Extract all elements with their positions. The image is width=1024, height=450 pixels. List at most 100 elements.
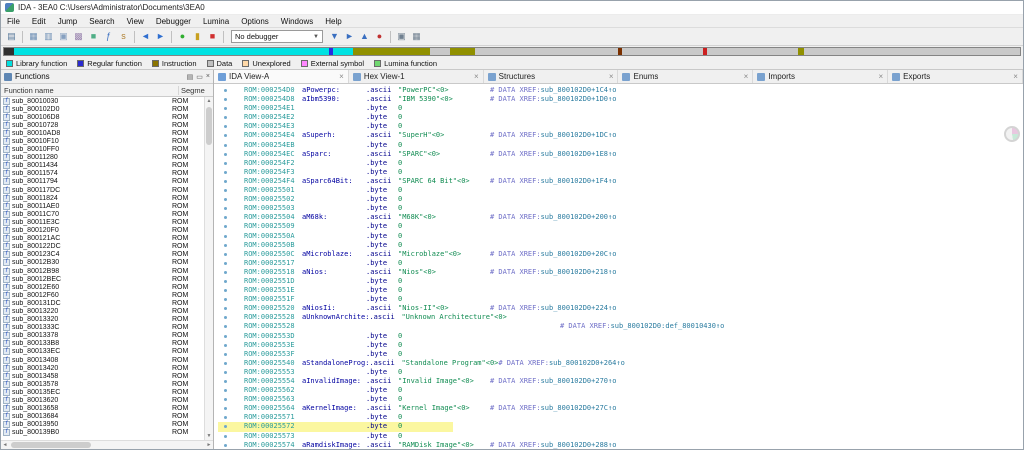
disasm-line[interactable]: ROM:0002550A .byte 0 — [218, 232, 1023, 241]
function-row[interactable]: f sub_80012E60 ROM — [1, 283, 204, 291]
function-row[interactable]: f sub_80013950 ROM — [1, 421, 204, 429]
toolbar-separator[interactable] — [134, 31, 135, 43]
names-icon[interactable]: ■ — [87, 30, 100, 43]
panel-menu-icon[interactable]: ▤ — [187, 73, 194, 81]
function-row[interactable]: f sub_80010728 ROM — [1, 121, 204, 129]
function-row[interactable]: f sub_80013420 ROM — [1, 364, 204, 372]
menu-item[interactable]: File — [1, 17, 26, 26]
disasm-line[interactable]: ROM:0002551E .byte 0 — [218, 286, 1023, 295]
function-row[interactable]: f sub_80011794 ROM — [1, 178, 204, 186]
tab-close-icon[interactable]: × — [1013, 72, 1018, 81]
scrollbar-track[interactable] — [9, 441, 205, 449]
function-row[interactable]: f sub_800117DC ROM — [1, 186, 204, 194]
attach-icon[interactable]: ▦ — [410, 30, 423, 43]
function-row[interactable]: f sub_80011280 ROM — [1, 154, 204, 162]
disasm-line[interactable]: ROM:000254EC aSparc: .ascii "SPARC"<0> #… — [218, 150, 1023, 159]
menu-item[interactable]: Jump — [52, 17, 84, 26]
disasm-line[interactable]: ROM:00025564 aKernelImage: .ascii "Kerne… — [218, 404, 1023, 413]
disasm-line[interactable]: ROM:000254EB .byte 0 — [218, 141, 1023, 150]
function-row[interactable]: f sub_80011C70 ROM — [1, 210, 204, 218]
disasm-line[interactable]: ROM:00025571 .byte 0 — [218, 413, 1023, 422]
function-row[interactable]: f sub_80011434 ROM — [1, 162, 204, 170]
function-row[interactable]: f sub_800131DC ROM — [1, 299, 204, 307]
menu-item[interactable]: Lumina — [197, 17, 235, 26]
tab-exports[interactable]: Exports × — [888, 70, 1023, 83]
disasm-line[interactable]: ROM:000254E4 aSuperh: .ascii "SuperH"<0>… — [218, 131, 1023, 140]
save-icon[interactable]: ▤ — [5, 30, 18, 43]
segments-icon[interactable]: ▩ — [72, 30, 85, 43]
function-row[interactable]: f sub_800139B0 ROM — [1, 429, 204, 437]
function-row[interactable]: f sub_80013320 ROM — [1, 316, 204, 324]
function-row[interactable]: f sub_800122DC ROM — [1, 243, 204, 251]
strings-icon[interactable]: s — [117, 30, 130, 43]
function-row[interactable]: f sub_80012BEC ROM — [1, 275, 204, 283]
disasm-line[interactable]: ROM:0002551F .byte 0 — [218, 295, 1023, 304]
debugger-windows-icon[interactable]: ▣ — [395, 30, 408, 43]
disasm-line[interactable]: ROM:000254D8 aIbm5390: .ascii "IBM 5390"… — [218, 95, 1023, 104]
toolbar-separator[interactable] — [171, 31, 172, 43]
type-libraries-icon[interactable]: ▥ — [42, 30, 55, 43]
start-process-icon[interactable]: ● — [176, 30, 189, 43]
function-row[interactable]: f sub_80013620 ROM — [1, 396, 204, 404]
functions-panel-titlebar[interactable]: Functions ▤ ▭ × — [1, 70, 213, 84]
scroll-down-icon[interactable]: ▼ — [205, 432, 213, 440]
library-icon[interactable]: ▦ — [27, 30, 40, 43]
function-row[interactable]: f sub_800135EC ROM — [1, 388, 204, 396]
disasm-line[interactable]: ROM:00025540 aStandaloneProg: .ascii "St… — [218, 359, 1023, 368]
panel-close-icon[interactable]: × — [206, 73, 210, 81]
disasm-line[interactable]: ROM:0002550B .byte 0 — [218, 241, 1023, 250]
menu-item[interactable]: Windows — [275, 17, 319, 26]
disasm-line[interactable]: ROM:0002553F .byte 0 — [218, 350, 1023, 359]
tab-close-icon[interactable]: × — [878, 72, 883, 81]
tab-close-icon[interactable]: × — [339, 72, 344, 81]
disasm-line[interactable]: ROM:00025553 .byte 0 — [218, 368, 1023, 377]
menu-item[interactable]: Options — [235, 17, 275, 26]
disassembly-view[interactable]: ROM:000254D0 aPowerpc: .ascii "PowerPC"<… — [214, 84, 1023, 449]
function-row[interactable]: f sub_80010AD8 ROM — [1, 129, 204, 137]
function-row[interactable]: f sub_80011AE0 ROM — [1, 202, 204, 210]
scroll-up-icon[interactable]: ▲ — [205, 97, 213, 105]
disasm-line[interactable]: ROM:0002550C aMicroblaze: .ascii "Microb… — [218, 250, 1023, 259]
function-row[interactable]: f sub_80011824 ROM — [1, 194, 204, 202]
disasm-line[interactable]: ROM:000254D0 aPowerpc: .ascii "PowerPC"<… — [218, 86, 1023, 95]
functions-vertical-scrollbar[interactable]: ▲ ▼ — [204, 97, 213, 440]
disasm-line[interactable]: ROM:000254F3 .byte 0 — [218, 168, 1023, 177]
toolbar-separator[interactable] — [390, 31, 391, 43]
run-until-return-icon[interactable]: ▲ — [358, 30, 371, 43]
disasm-line[interactable]: ROM:00025509 .byte 0 — [218, 222, 1023, 231]
function-row[interactable]: f sub_80013684 ROM — [1, 413, 204, 421]
function-row[interactable]: f sub_80013408 ROM — [1, 356, 204, 364]
step-over-icon[interactable]: ► — [343, 30, 356, 43]
function-row[interactable]: f sub_80012B98 ROM — [1, 267, 204, 275]
function-row[interactable]: f sub_800102D0 ROM — [1, 105, 204, 113]
tab-hex-view-1[interactable]: Hex View-1 × — [349, 70, 484, 83]
function-row[interactable]: f sub_800121AC ROM — [1, 235, 204, 243]
menu-item[interactable]: Help — [319, 17, 347, 26]
stop-process-icon[interactable]: ■ — [206, 30, 219, 43]
function-row[interactable]: f sub_800133EC ROM — [1, 348, 204, 356]
functions-icon[interactable]: ƒ — [102, 30, 115, 43]
function-row[interactable]: f sub_80010F10 ROM — [1, 137, 204, 145]
function-row[interactable]: f sub_80010FF0 ROM — [1, 146, 204, 154]
disasm-line[interactable]: ROM:00025572 .byte 0 — [218, 422, 1023, 431]
scrollbar-thumb[interactable] — [206, 107, 212, 145]
tab-structures[interactable]: Structures × — [484, 70, 619, 83]
disasm-line[interactable]: ROM:00025573 .byte 0 — [218, 432, 1023, 441]
tab-close-icon[interactable]: × — [474, 72, 479, 81]
pause-process-icon[interactable]: ▮ — [191, 30, 204, 43]
function-row[interactable]: f sub_800120F0 ROM — [1, 227, 204, 235]
disasm-line[interactable]: ROM:000254F4 aSparc64Bit: .ascii "SPARC … — [218, 177, 1023, 186]
menu-item[interactable]: Debugger — [150, 17, 197, 26]
function-row[interactable]: f sub_80013458 ROM — [1, 372, 204, 380]
function-row[interactable]: f sub_80011574 ROM — [1, 170, 204, 178]
navigator-band-track[interactable] — [3, 47, 1021, 56]
column-header-function-name[interactable]: Function name — [1, 86, 179, 95]
breakpoint-icon[interactable]: ● — [373, 30, 386, 43]
disasm-line[interactable]: ROM:00025528 # DATA XREF: sub_800102D0:d… — [218, 322, 1023, 331]
function-row[interactable]: f sub_80011E3C ROM — [1, 218, 204, 226]
disasm-line[interactable]: ROM:00025517 .byte 0 — [218, 259, 1023, 268]
tab-imports[interactable]: Imports × — [753, 70, 888, 83]
disasm-line[interactable]: ROM:00025528 aUnknownArchite: .ascii "Un… — [218, 313, 1023, 322]
toolbar-separator[interactable] — [22, 31, 23, 43]
function-row[interactable]: f sub_80013220 ROM — [1, 307, 204, 315]
